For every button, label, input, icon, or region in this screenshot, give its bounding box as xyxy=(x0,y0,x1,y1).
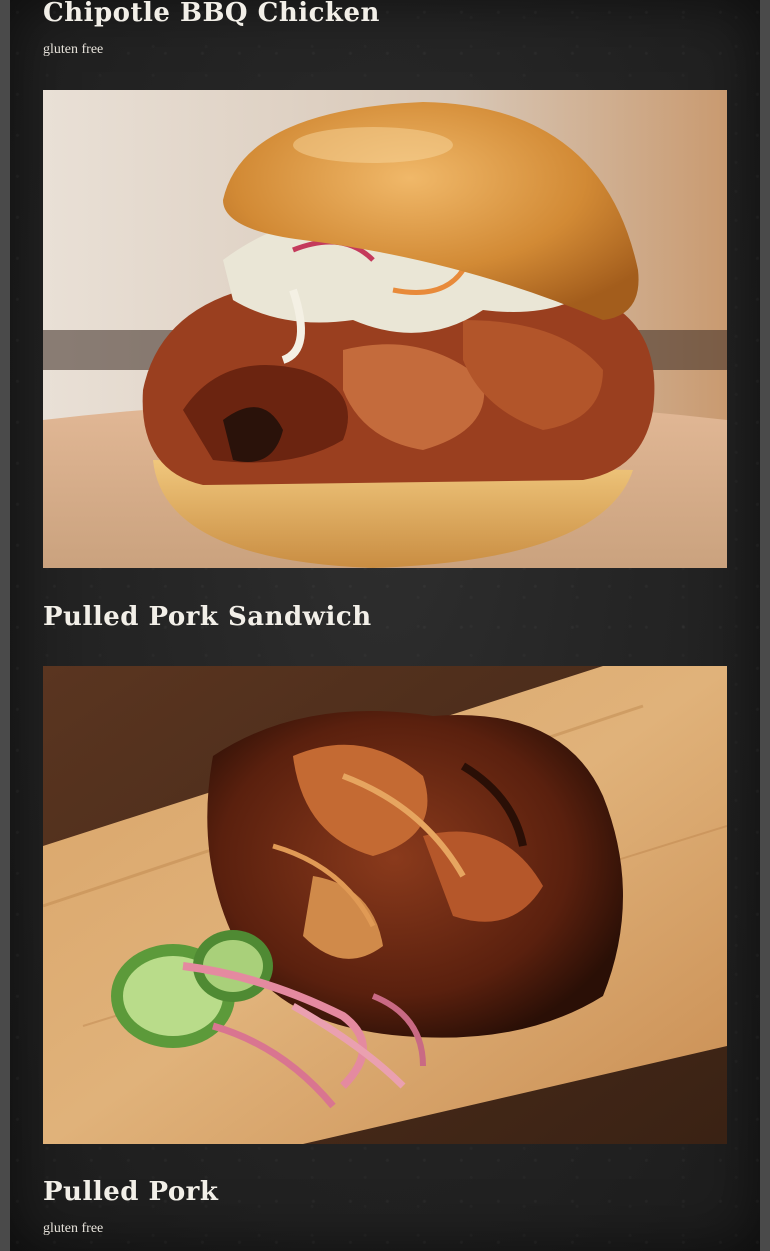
menu-item-dietary-tag: gluten free xyxy=(43,42,104,57)
pulled-pork-sandwich-photo xyxy=(43,90,727,568)
pulled-pork-photo xyxy=(43,666,727,1144)
menu-item-title: Pulled Pork xyxy=(43,1177,219,1207)
menu-item-title: Pulled Pork Sandwich xyxy=(43,602,372,632)
menu-item-dietary-tag: gluten free xyxy=(43,1221,104,1236)
menu-item-title: Chipotle BBQ Chicken xyxy=(43,0,380,28)
menu-board: Chipotle BBQ Chicken gluten free Pulled … xyxy=(10,0,760,1251)
